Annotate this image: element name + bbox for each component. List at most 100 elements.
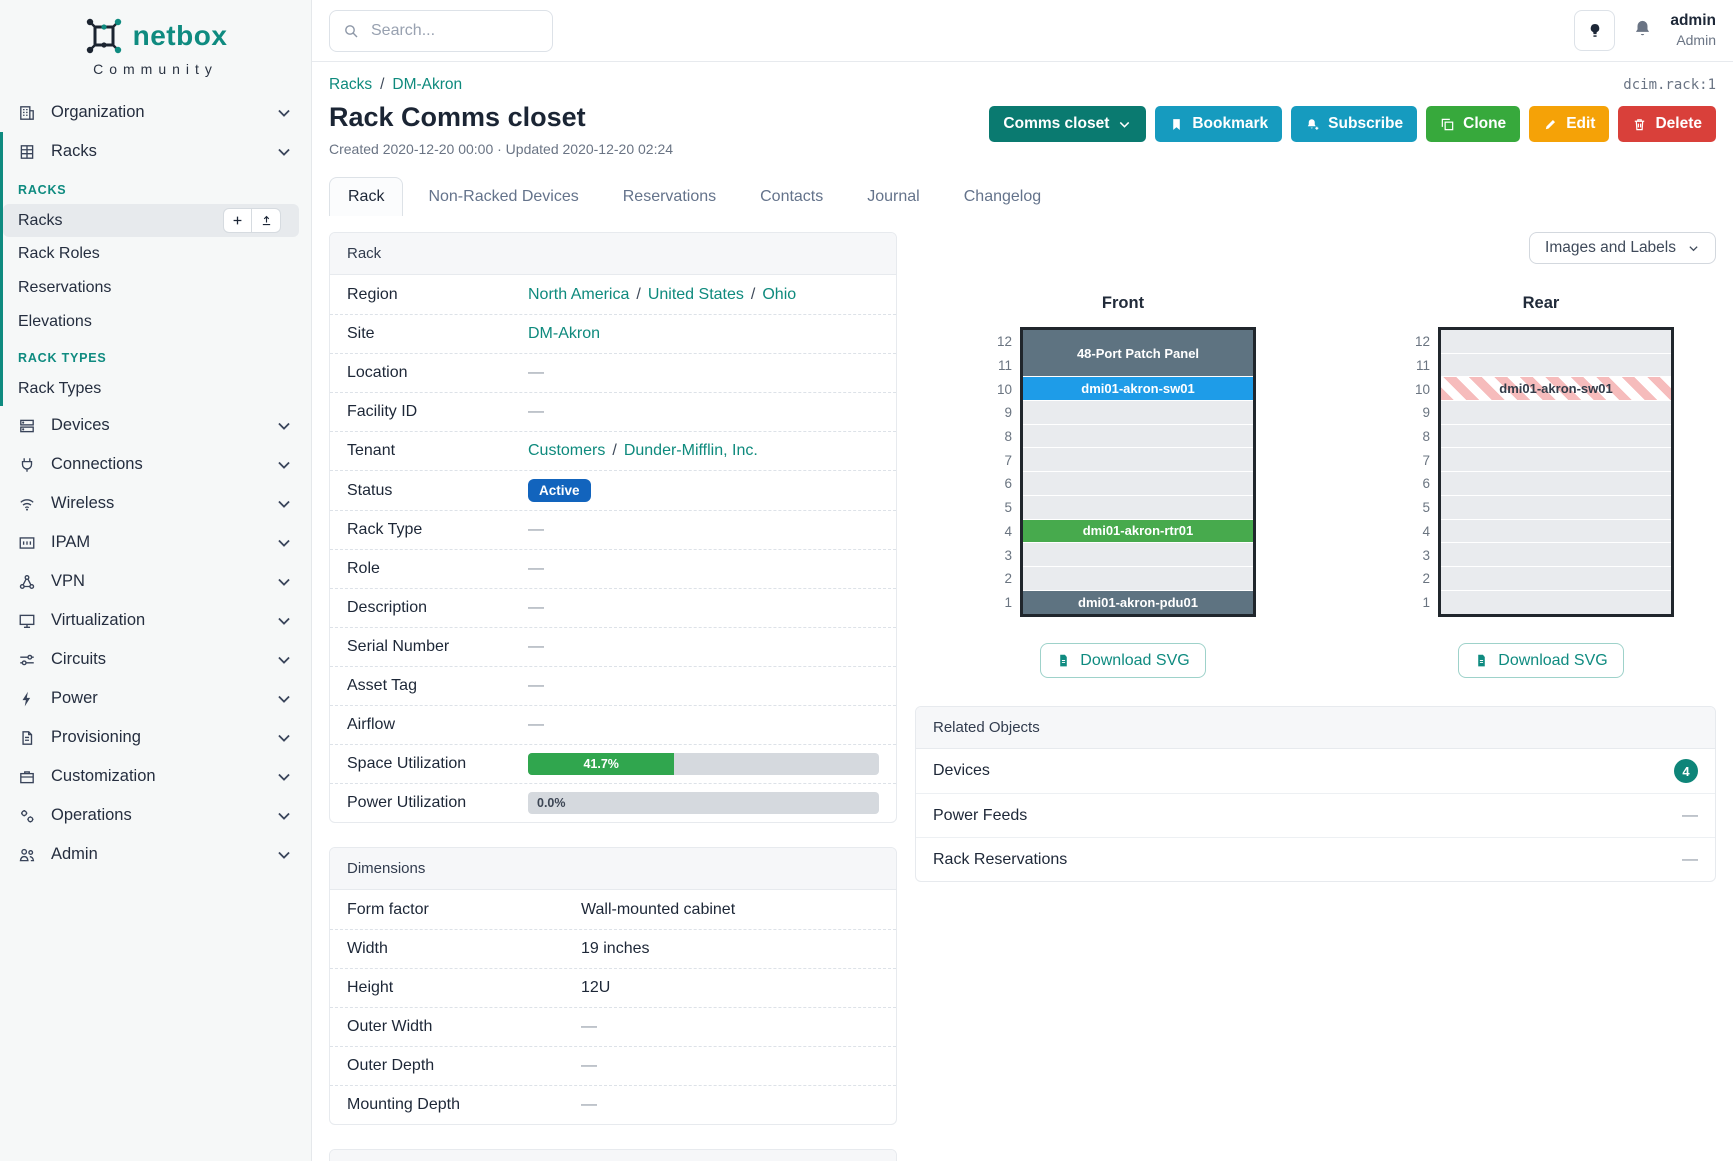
download-svg-front-button[interactable]: Download SVG xyxy=(1040,643,1205,678)
related-row-rack-reservations[interactable]: Rack Reservations— xyxy=(916,837,1715,881)
sidebar-subitem-rack-types[interactable]: Rack Types xyxy=(3,372,311,406)
chevron-down-icon xyxy=(275,807,293,825)
page-title: Rack Comms closet xyxy=(329,102,673,133)
user-menu[interactable]: admin Admin xyxy=(1670,11,1716,49)
separator: / xyxy=(636,286,640,304)
related-label: Devices xyxy=(933,762,990,780)
rack-unit-empty xyxy=(1441,472,1671,496)
sidebar-item-label: Wireless xyxy=(51,494,114,513)
sidebar-item-admin[interactable]: Admin xyxy=(0,835,311,874)
sidebar-subitem-label: Rack Roles xyxy=(18,245,100,263)
ipam-icon xyxy=(18,534,36,552)
tab-reservations[interactable]: Reservations xyxy=(604,177,735,216)
related-objects-title: Related Objects xyxy=(916,707,1715,749)
clone-button[interactable]: Clone xyxy=(1426,106,1520,142)
netbox-logo-icon xyxy=(84,16,124,56)
sidebar-item-provisioning[interactable]: Provisioning xyxy=(0,718,311,757)
sidebar-item-circuits[interactable]: Circuits xyxy=(0,640,311,679)
related-empty-dash: — xyxy=(1682,807,1698,825)
rack-unit-dmi01-akron-pdu01[interactable]: dmi01-akron-pdu01 xyxy=(1023,591,1253,615)
table-row: Power Utilization0.0% xyxy=(330,783,896,822)
comms-closet-dropdown[interactable]: Comms closet xyxy=(989,106,1146,142)
sidebar-item-vpn[interactable]: VPN xyxy=(0,562,311,601)
link-united-states[interactable]: United States xyxy=(648,286,744,304)
sidebar-subitem-label: Racks xyxy=(18,212,62,230)
subscribe-button[interactable]: Subscribe xyxy=(1291,106,1417,142)
row-label: Outer Depth xyxy=(347,1057,581,1075)
sidebar-item-label: Devices xyxy=(51,416,110,435)
theme-toggle-button[interactable] xyxy=(1574,10,1615,51)
rack-unit-dmi01-akron-sw01[interactable]: dmi01-akron-sw01 xyxy=(1441,377,1671,401)
delete-button[interactable]: Delete xyxy=(1618,106,1716,142)
images-and-labels-toggle[interactable]: Images and Labels xyxy=(1529,232,1716,264)
tab-journal[interactable]: Journal xyxy=(848,177,938,216)
download-label: Download SVG xyxy=(1498,652,1607,670)
tab-non-racked-devices[interactable]: Non-Racked Devices xyxy=(409,177,597,216)
wifi-icon xyxy=(18,495,36,513)
rack-unit-dmi01-akron-rtr01[interactable]: dmi01-akron-rtr01 xyxy=(1023,520,1253,544)
breadcrumb-racks[interactable]: Racks xyxy=(329,76,372,94)
bookmark-icon xyxy=(1169,117,1184,132)
sidebar-subitem-elevations[interactable]: Elevations xyxy=(3,305,311,339)
bolt-icon xyxy=(18,690,36,708)
sidebar-item-ipam[interactable]: IPAM xyxy=(0,523,311,562)
download-label: Download SVG xyxy=(1080,652,1189,670)
sidebar-item-wireless[interactable]: Wireless xyxy=(0,484,311,523)
link-ohio[interactable]: Ohio xyxy=(762,286,796,304)
upload-button[interactable] xyxy=(252,208,281,233)
sidebar-subitem-reservations[interactable]: Reservations xyxy=(3,271,311,305)
sidebar-item-operations[interactable]: Operations xyxy=(0,796,311,835)
link-customers[interactable]: Customers xyxy=(528,442,605,460)
sidebar-item-connections[interactable]: Connections xyxy=(0,445,311,484)
sidebar-subitem-rack-roles[interactable]: Rack Roles xyxy=(3,237,311,271)
logo[interactable]: netbox Community xyxy=(0,12,311,93)
sidebar-item-racks[interactable]: Racks xyxy=(3,132,311,171)
sidebar-item-customization[interactable]: Customization xyxy=(0,757,311,796)
related-objects-panel: Related Objects Devices4Power Feeds—Rack… xyxy=(915,706,1716,882)
link-dm-akron[interactable]: DM-Akron xyxy=(528,325,600,343)
sidebar-item-devices[interactable]: Devices xyxy=(0,406,311,445)
row-label: Status xyxy=(347,482,528,500)
download-svg-rear-button[interactable]: Download SVG xyxy=(1458,643,1623,678)
tab-bar: RackNon-Racked DevicesReservationsContac… xyxy=(329,177,1716,216)
sidebar-item-power[interactable]: Power xyxy=(0,679,311,718)
row-text: — xyxy=(528,638,544,656)
related-row-power-feeds[interactable]: Power Feeds— xyxy=(916,793,1715,837)
search-input[interactable] xyxy=(369,21,539,41)
document-icon xyxy=(18,729,36,747)
row-value: — xyxy=(581,1096,879,1114)
plus-button[interactable] xyxy=(223,208,252,233)
edit-button[interactable]: Edit xyxy=(1529,106,1609,142)
breadcrumb-dm-akron[interactable]: DM-Akron xyxy=(392,76,462,94)
tab-changelog[interactable]: Changelog xyxy=(945,177,1060,216)
bookmark-button[interactable]: Bookmark xyxy=(1155,106,1282,142)
link-north-america[interactable]: North America xyxy=(528,286,629,304)
unit-number: 2 xyxy=(990,567,1012,591)
sidebar: netbox Community OrganizationRacksRACKSR… xyxy=(0,0,312,1161)
breadcrumb-separator: / xyxy=(380,76,384,94)
rack-icon xyxy=(18,143,36,161)
sidebar-section-heading: RACKS xyxy=(3,171,311,204)
sidebar-subitem-label: Rack Types xyxy=(18,380,101,398)
table-row: Height12U xyxy=(330,968,896,1007)
sidebar-item-organization[interactable]: Organization xyxy=(0,93,311,132)
related-row-devices[interactable]: Devices4 xyxy=(916,749,1715,793)
tab-contacts[interactable]: Contacts xyxy=(741,177,842,216)
chevron-down-icon xyxy=(275,417,293,435)
rack-unit-48-port-patch-panel[interactable]: 48-Port Patch Panel xyxy=(1023,330,1253,377)
sidebar-item-label: Virtualization xyxy=(51,611,145,630)
tab-rack[interactable]: Rack xyxy=(329,177,403,216)
table-row: Location— xyxy=(330,353,896,392)
row-text: — xyxy=(528,716,544,734)
page-content: Racks / DM-Akron dcim.rack:1 Rack Comms … xyxy=(312,62,1733,1161)
notifications-bell-icon[interactable] xyxy=(1632,18,1653,44)
sidebar-subitem-racks[interactable]: Racks xyxy=(3,204,299,237)
search-box[interactable] xyxy=(329,10,553,52)
link-dunder-mifflin-inc[interactable]: Dunder-Mifflin, Inc. xyxy=(624,442,758,460)
sidebar-item-virtualization[interactable]: Virtualization xyxy=(0,601,311,640)
unit-number: 6 xyxy=(1408,472,1430,496)
rear-elevation-title: Rear xyxy=(1523,294,1560,313)
row-value: 12U xyxy=(581,979,879,997)
rack-unit-dmi01-akron-sw01[interactable]: dmi01-akron-sw01 xyxy=(1023,377,1253,401)
table-row: Asset Tag— xyxy=(330,666,896,705)
